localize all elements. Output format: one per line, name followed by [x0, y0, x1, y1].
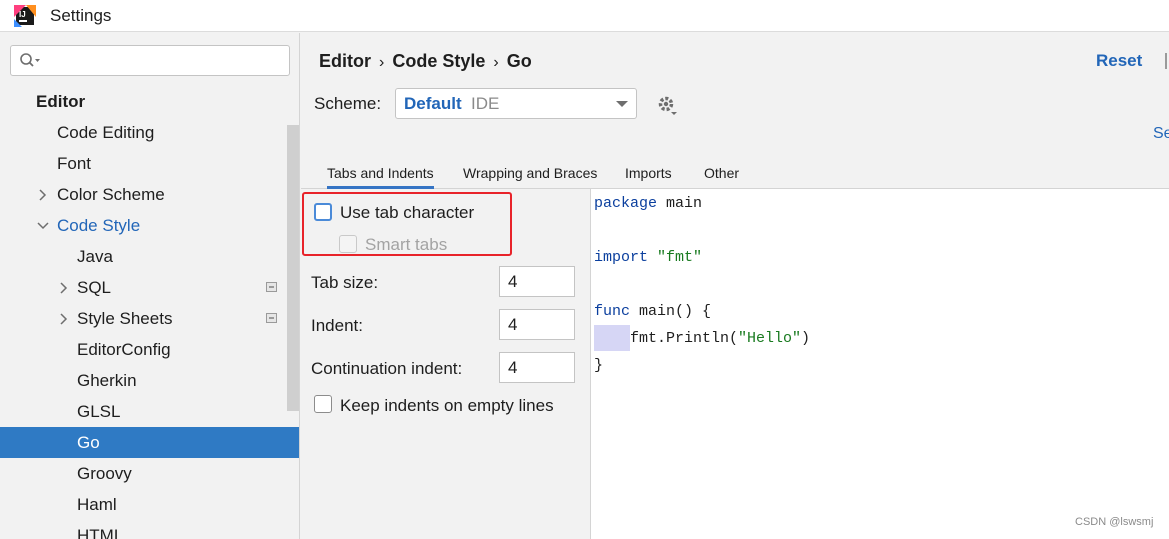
sidebar-item-java[interactable]: Java [0, 241, 299, 272]
reset-button[interactable]: Reset [1096, 51, 1142, 71]
breadcrumb-separator-icon: › [379, 54, 385, 71]
sidebar-item-label: EditorConfig [77, 340, 171, 359]
tab-tabs-and-indents[interactable]: Tabs and Indents [327, 163, 434, 189]
breadcrumb: Editor › Code Style › Go [319, 51, 532, 72]
indent-guide [594, 325, 630, 351]
scheme-kind: IDE [471, 94, 500, 113]
tab-size-input[interactable]: 4 [499, 266, 575, 297]
continuation-indent-input[interactable]: 4 [499, 352, 575, 383]
chevron-right-icon[interactable] [57, 312, 71, 326]
settings-sidebar: Editor Code Editing Font Color Scheme Co… [0, 33, 300, 539]
tab-size-label: Tab size: [311, 273, 379, 292]
scheme-label: Scheme: [314, 94, 382, 113]
sidebar-item-editorconfig[interactable]: EditorConfig [0, 334, 299, 365]
breadcrumb-go: Go [506, 51, 532, 71]
main-panel: Editor › Code Style › Go Reset Se Scheme: De… [301, 33, 1169, 539]
chevron-down-icon[interactable] [36, 219, 50, 233]
scheme-dropdown[interactable]: Default IDE [395, 88, 637, 119]
sidebar-item-label: Style Sheets [77, 309, 173, 328]
tabs-and-indents-pane: Use tab character Smart tabs Tab size: 4… [301, 189, 589, 539]
sidebar-item-code-style[interactable]: Code Style [0, 210, 299, 241]
sidebar-item-editor[interactable]: Editor [0, 86, 299, 117]
settings-tabs: Tabs and Indents Wrapping and Braces Imp… [301, 159, 1169, 189]
sidebar-item-label: Go [77, 433, 100, 452]
sidebar-item-label: Color Scheme [57, 185, 165, 204]
sidebar-item-label: Font [57, 154, 92, 173]
svg-text:IJ: IJ [19, 10, 26, 19]
search-input[interactable] [10, 45, 290, 76]
sidebar-item-label: Code Style [57, 216, 141, 235]
scheme-name: Default [404, 94, 462, 113]
smart-tabs-label: Smart tabs [365, 235, 448, 254]
sidebar-item-label: GLSL [77, 402, 121, 421]
sidebar-item-html[interactable]: HTML [0, 520, 299, 539]
sidebar-item-groovy[interactable]: Groovy [0, 458, 299, 489]
code-line: package main [594, 195, 703, 212]
gear-icon[interactable] [656, 94, 678, 116]
use-tab-character-label[interactable]: Use tab character [340, 203, 474, 223]
code-line: func main() { [594, 303, 712, 320]
sidebar-item-label: Editor [36, 92, 86, 111]
sidebar-item-label: Code Editing [57, 123, 155, 142]
sidebar-item-label: Gherkin [77, 371, 137, 390]
search-icon [20, 53, 40, 67]
indent-input[interactable]: 4 [499, 309, 575, 340]
toolbar-divider [1165, 53, 1167, 69]
title-bar: IJ Settings [0, 0, 1169, 32]
sidebar-item-haml[interactable]: Haml [0, 489, 299, 520]
sidebar-item-label: SQL [77, 278, 112, 297]
sidebar-item-color-scheme[interactable]: Color Scheme [0, 179, 299, 210]
sidebar-scrollbar[interactable] [287, 125, 299, 411]
keep-indents-checkbox[interactable] [314, 395, 332, 413]
sidebar-item-style-sheets[interactable]: Style Sheets [0, 303, 299, 334]
code-line: fmt.Println("Hello") [594, 325, 810, 351]
sidebar-item-font[interactable]: Font [0, 148, 299, 179]
window-title: Settings [50, 6, 112, 25]
sidebar-item-label: Haml [77, 495, 117, 514]
breadcrumb-code-style: Code Style [392, 51, 486, 71]
sidebar-item-glsl[interactable]: GLSL [0, 396, 299, 427]
sidebar-item-go[interactable]: Go [0, 427, 299, 458]
sidebar-item-sql[interactable]: SQL [0, 272, 299, 303]
use-tab-character-checkbox[interactable] [314, 203, 332, 221]
project-settings-icon [266, 313, 277, 323]
tab-other[interactable]: Other [704, 163, 739, 189]
code-line: } [594, 357, 604, 374]
set-from-link[interactable]: Se [1153, 125, 1169, 143]
breadcrumb-editor: Editor [319, 51, 371, 71]
sidebar-item-gherkin[interactable]: Gherkin [0, 365, 299, 396]
sidebar-item-label: HTML [77, 526, 124, 539]
code-preview: package main import "fmt" func main() { … [590, 189, 1169, 539]
tab-wrapping-and-braces[interactable]: Wrapping and Braces [463, 163, 597, 189]
project-settings-icon [266, 282, 277, 292]
watermark: CSDN @lswsmj [1075, 516, 1154, 528]
chevron-down-icon [616, 101, 628, 107]
smart-tabs-checkbox[interactable] [339, 235, 357, 253]
indent-label: Indent: [311, 316, 363, 335]
intellij-logo-icon: IJ [14, 5, 36, 27]
sidebar-item-code-editing[interactable]: Code Editing [0, 117, 299, 148]
continuation-indent-label: Continuation indent: [311, 359, 463, 378]
chevron-right-icon[interactable] [57, 281, 71, 295]
sidebar-item-label: Java [77, 247, 113, 266]
code-line: import "fmt" [594, 249, 703, 266]
tab-imports[interactable]: Imports [625, 163, 672, 189]
chevron-right-icon[interactable] [36, 188, 50, 202]
breadcrumb-separator-icon: › [493, 54, 499, 71]
sidebar-item-label: Groovy [77, 464, 132, 483]
keep-indents-label[interactable]: Keep indents on empty lines [340, 396, 554, 416]
